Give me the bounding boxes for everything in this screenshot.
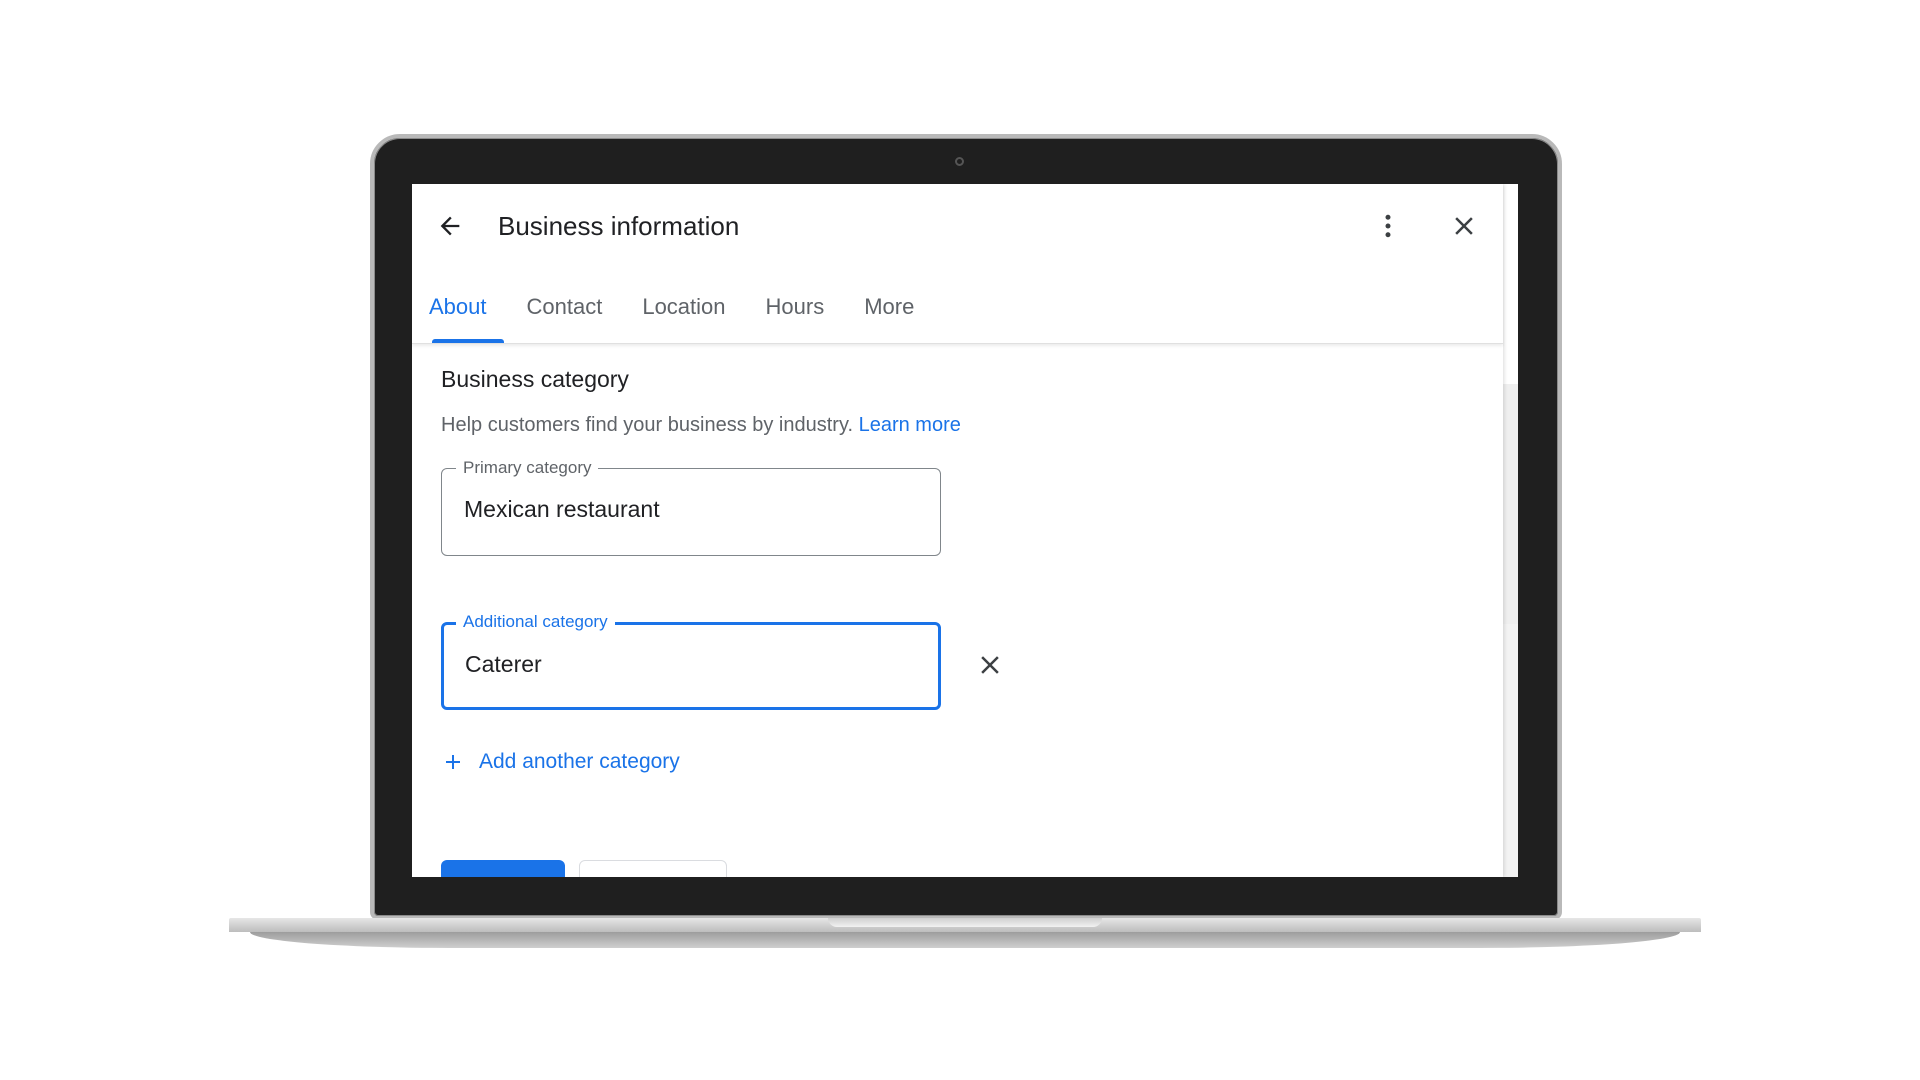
close-dialog-button[interactable] (1444, 206, 1484, 246)
save-button[interactable] (441, 860, 565, 877)
tab-contact[interactable]: Contact (507, 284, 623, 343)
dialog-title: Business information (498, 211, 740, 241)
business-information-dialog: Business information About Contact Locat… (412, 184, 1503, 877)
help-text: Help customers find your business by ind… (441, 414, 961, 437)
add-another-category-button[interactable]: Add another category (441, 750, 680, 774)
plus-icon (446, 755, 460, 769)
laptop-notch (828, 918, 1102, 927)
add-another-category-label: Add another category (479, 750, 680, 773)
tab-about[interactable]: About (412, 284, 507, 343)
close-icon (1455, 217, 1473, 235)
primary-category-label: Primary category (456, 457, 599, 479)
tab-more[interactable]: More (844, 284, 934, 343)
primary-category-input[interactable] (464, 496, 914, 523)
tab-bar: About Contact Location Hours More (412, 284, 934, 343)
remove-additional-category-button[interactable] (970, 645, 1010, 685)
laptop-mockup: Business information About Contact Locat… (0, 0, 1920, 1080)
back-button[interactable] (430, 206, 470, 246)
cancel-button[interactable] (579, 860, 727, 877)
dialog-header: Business information About Contact Locat… (412, 184, 1503, 344)
section-title: Business category (441, 366, 629, 392)
tab-location[interactable]: Location (622, 284, 745, 343)
laptop-base-bottom (250, 932, 1680, 948)
close-icon (981, 656, 999, 674)
more-options-button[interactable] (1368, 206, 1408, 246)
additional-category-field[interactable]: Additional category (441, 611, 941, 710)
learn-more-link[interactable]: Learn more (859, 414, 961, 436)
laptop-screen: Business information About Contact Locat… (412, 184, 1518, 877)
more-vert-icon (1385, 214, 1391, 238)
additional-category-input[interactable] (465, 651, 915, 678)
background-page-edge-shade (1502, 384, 1518, 624)
tab-hours[interactable]: Hours (746, 284, 845, 343)
help-text-body: Help customers find your business by ind… (441, 414, 854, 436)
camera-dot (955, 157, 964, 166)
primary-category-field[interactable]: Primary category (441, 457, 941, 556)
additional-category-label: Additional category (456, 611, 615, 633)
arrow-back-icon (440, 216, 460, 236)
